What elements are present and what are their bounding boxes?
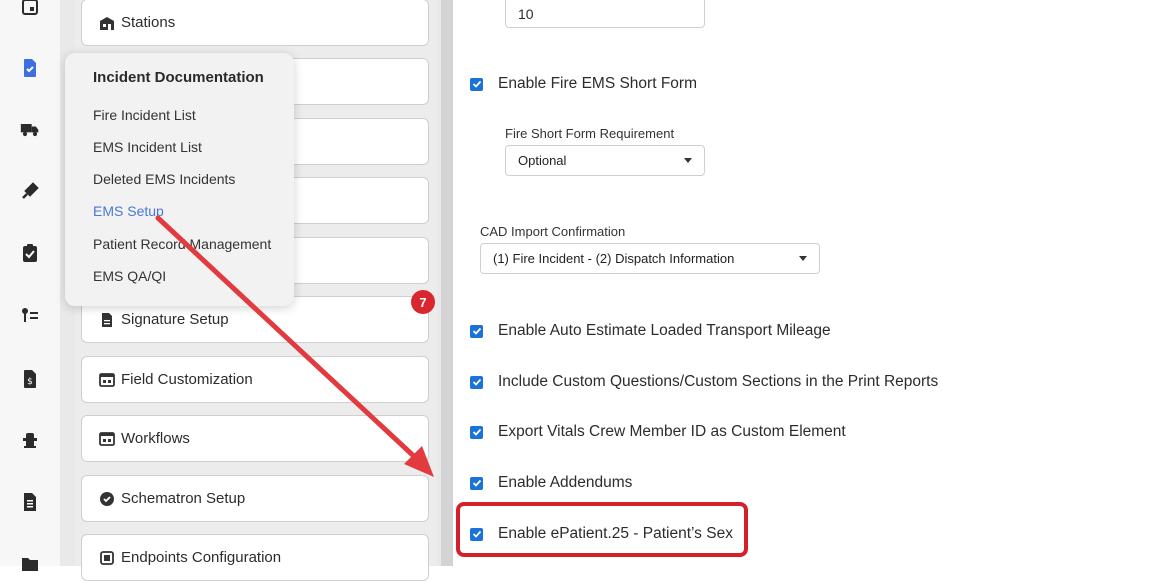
settings-item-field-customization[interactable]: Field Customization (81, 356, 429, 403)
clipboard-check-icon[interactable] (18, 241, 42, 265)
checkbox[interactable] (470, 324, 483, 338)
settings-item-label: Field Customization (121, 371, 253, 388)
document-check-icon[interactable] (18, 56, 42, 80)
checkbox[interactable] (470, 375, 483, 389)
menu-item-deleted-ems-incidents[interactable]: Deleted EMS Incidents (93, 171, 235, 187)
badge-check-icon (99, 491, 115, 507)
calendar-icon[interactable] (18, 0, 42, 20)
building-icon (99, 15, 115, 31)
chevron-down-icon (684, 158, 692, 163)
settings-item-label: Workflows (121, 430, 190, 447)
truck-icon[interactable] (18, 117, 42, 141)
form-icon (99, 372, 115, 388)
form-icon (99, 431, 115, 447)
folder-icon[interactable] (18, 552, 42, 576)
number-input[interactable]: 10 (505, 0, 705, 28)
settings-item-label: Signature Setup (121, 311, 229, 328)
select-value: (1) Fire Incident - (2) Dispatch Informa… (493, 251, 735, 266)
cad-import-select[interactable]: (1) Fire Incident - (2) Dispatch Informa… (480, 243, 820, 274)
checkbox-row-enable-addendums[interactable]: Enable Addendums (470, 474, 632, 492)
checkbox[interactable] (470, 425, 483, 439)
checkbox-label: Export Vitals Crew Member ID as Custom E… (498, 423, 846, 440)
menu-item-fire-incident-list[interactable]: Fire Incident List (93, 107, 196, 123)
annotation-highlight-box (456, 502, 748, 557)
settings-item-workflows[interactable]: Workflows (81, 415, 429, 462)
syringe-icon[interactable] (18, 179, 42, 203)
key-list-icon[interactable] (18, 303, 42, 327)
checkbox-label: Enable Fire EMS Short Form (498, 75, 697, 92)
settings-item-stations[interactable]: Stations (81, 0, 429, 46)
select-value: Optional (518, 153, 567, 168)
settings-item-label: Schematron Setup (121, 490, 246, 507)
incident-documentation-menu: Incident Documentation Fire Incident Lis… (65, 53, 294, 306)
fire-short-form-select[interactable]: Optional (505, 145, 705, 176)
svg-text:$: $ (27, 377, 33, 387)
checkbox-label: Include Custom Questions/Custom Sections… (498, 373, 939, 390)
endpoint-icon (99, 550, 115, 566)
checkbox-row-export-vitals-crew-id[interactable]: Export Vitals Crew Member ID as Custom E… (470, 423, 846, 441)
fire-short-form-label: Fire Short Form Requirement (505, 126, 675, 141)
checkbox[interactable] (470, 476, 483, 490)
checkbox-row-auto-estimate-mileage[interactable]: Enable Auto Estimate Loaded Transport Mi… (470, 322, 831, 340)
checkbox-label: Enable Addendums (498, 474, 633, 491)
checkbox[interactable] (470, 77, 483, 91)
number-input-value: 10 (518, 5, 534, 22)
checkbox-label: Enable Auto Estimate Loaded Transport Mi… (498, 322, 831, 339)
scrollbar[interactable] (441, 0, 453, 566)
icon-rail: $ (0, 0, 60, 571)
chevron-down-icon (799, 256, 807, 261)
settings-item-endpoints-configuration[interactable]: Endpoints Configuration (81, 534, 429, 581)
menu-item-ems-setup[interactable]: EMS Setup (93, 203, 164, 219)
settings-item-label: Endpoints Configuration (121, 549, 282, 566)
notification-badge[interactable]: 7 (411, 290, 435, 314)
menu-title: Incident Documentation (93, 69, 264, 86)
file-icon (99, 312, 115, 328)
menu-item-ems-qa-qi[interactable]: EMS QA/QI (93, 268, 166, 284)
settings-item-schematron-setup[interactable]: Schematron Setup (81, 475, 429, 522)
cad-import-label: CAD Import Confirmation (480, 224, 626, 239)
hydrant-icon[interactable] (18, 428, 42, 452)
checkbox-row-custom-questions-print[interactable]: Include Custom Questions/Custom Sections… (470, 373, 938, 391)
checkbox-row-fire-ems-short-form[interactable]: Enable Fire EMS Short Form (470, 75, 697, 93)
menu-item-ems-incident-list[interactable]: EMS Incident List (93, 139, 202, 155)
menu-item-patient-record-management[interactable]: Patient Record Management (93, 236, 271, 252)
settings-item-label: Stations (121, 14, 176, 31)
invoice-icon[interactable]: $ (18, 367, 42, 391)
report-icon[interactable] (18, 490, 42, 514)
